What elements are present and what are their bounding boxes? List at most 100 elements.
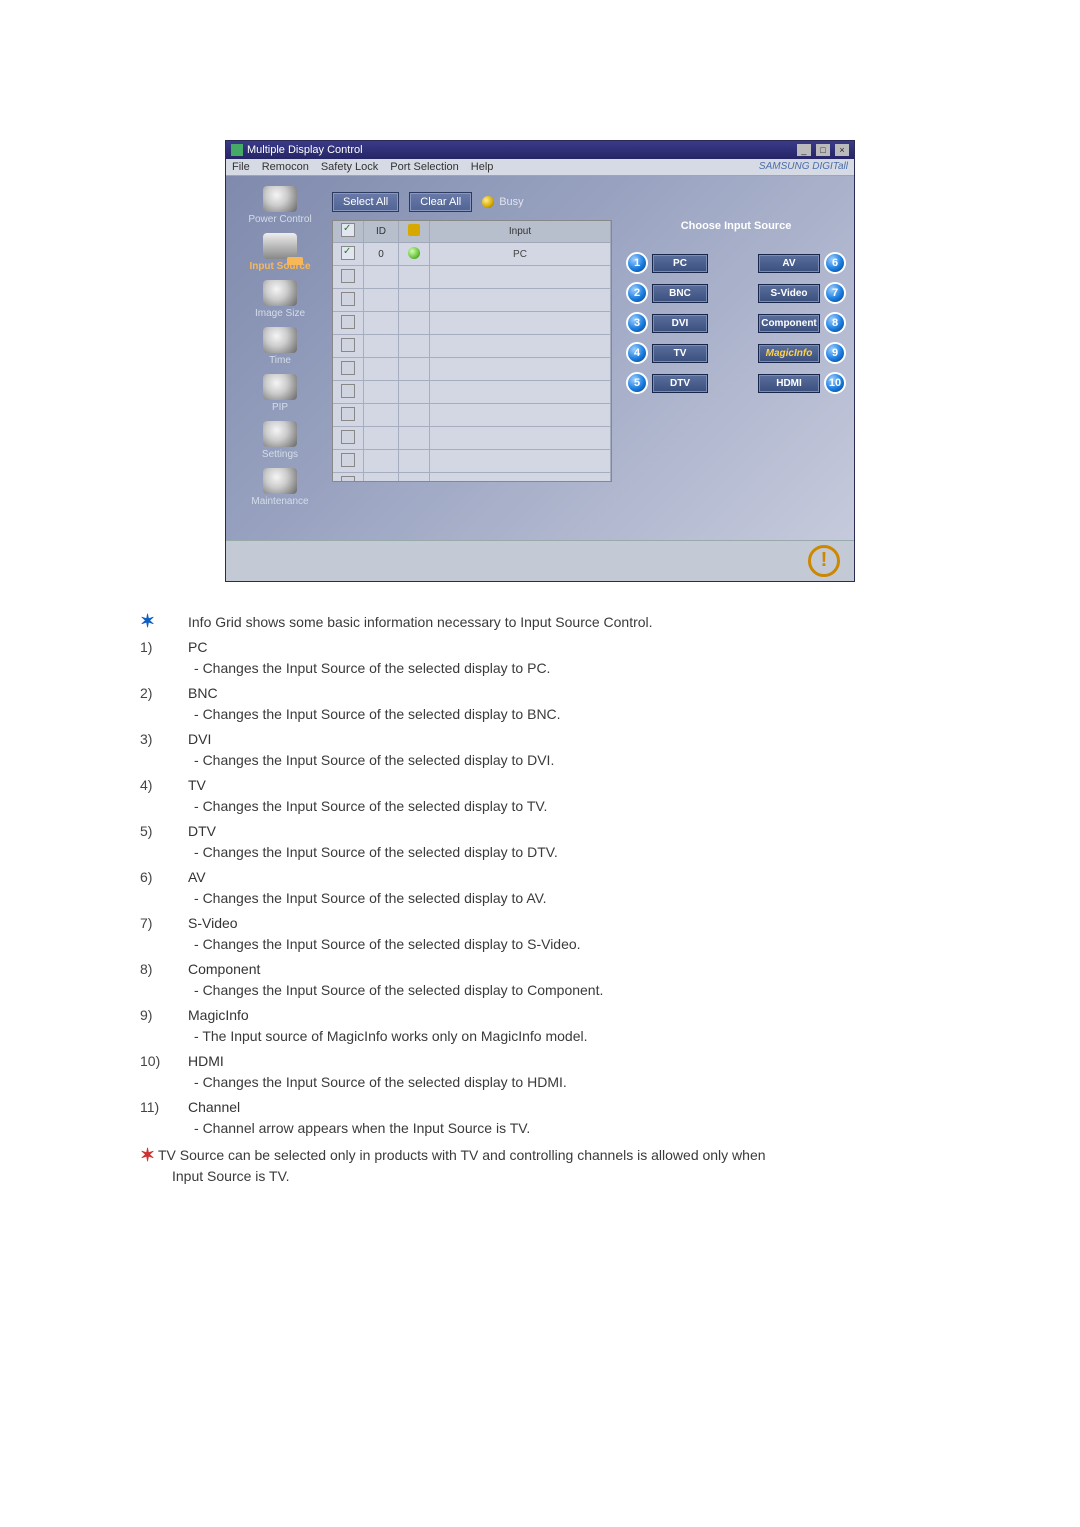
row-checkbox[interactable] xyxy=(341,453,355,467)
select-all-button[interactable]: Select All xyxy=(332,192,399,212)
sidebar: Power Control Input Source Image Size Ti… xyxy=(234,186,326,534)
row-checkbox[interactable] xyxy=(341,407,355,421)
badge-4: 4 xyxy=(626,342,648,364)
sidebar-item-time[interactable]: Time xyxy=(234,327,326,366)
row-checkbox[interactable] xyxy=(341,430,355,444)
note-line2: Input Source is TV. xyxy=(158,1166,940,1187)
sidebar-item-settings[interactable]: Settings xyxy=(234,421,326,460)
doc-item: 5)DTVChanges the Input Source of the sel… xyxy=(140,821,940,863)
item-name: DTV xyxy=(188,823,216,839)
table-row[interactable] xyxy=(333,473,611,483)
table-row[interactable] xyxy=(333,335,611,358)
table-row[interactable] xyxy=(333,404,611,427)
table-row[interactable]: 0 PC xyxy=(333,243,611,266)
table-row[interactable] xyxy=(333,427,611,450)
badge-10: 10 xyxy=(824,372,846,394)
sidebar-item-maintenance[interactable]: Maintenance xyxy=(234,468,326,507)
mdc-window: Multiple Display Control _ □ × File Remo… xyxy=(225,140,855,582)
menu-safety-lock[interactable]: Safety Lock xyxy=(321,161,378,173)
image-size-icon xyxy=(263,280,297,306)
row-checkbox[interactable] xyxy=(341,361,355,375)
grid-col-id[interactable]: ID xyxy=(364,221,399,243)
settings-icon xyxy=(263,421,297,447)
item-number: 9) xyxy=(140,1005,188,1026)
row-id: 0 xyxy=(364,243,399,266)
item-number: 6) xyxy=(140,867,188,888)
minimize-icon[interactable]: _ xyxy=(797,144,811,156)
item-desc: Changes the Input Source of the selected… xyxy=(188,934,940,955)
item-name: BNC xyxy=(188,685,218,701)
item-desc: Changes the Input Source of the selected… xyxy=(188,750,940,771)
sidebar-item-label: Settings xyxy=(234,449,326,460)
item-desc: Changes the Input Source of the selected… xyxy=(188,796,940,817)
sidebar-item-label: Input Source xyxy=(234,261,326,272)
doc-item: 3)DVIChanges the Input Source of the sel… xyxy=(140,729,940,771)
item-desc: The Input source of MagicInfo works only… xyxy=(188,1026,940,1047)
source-pc-button[interactable]: PC xyxy=(652,254,708,273)
source-tv-button[interactable]: TV xyxy=(652,344,708,363)
row-checkbox[interactable] xyxy=(341,338,355,352)
doc-item: 6)AVChanges the Input Source of the sele… xyxy=(140,867,940,909)
doc-item: 9)MagicInfoThe Input source of MagicInfo… xyxy=(140,1005,940,1047)
grid-col-check[interactable] xyxy=(333,221,364,243)
badge-8: 8 xyxy=(824,312,846,334)
doc-body: ✶ Info Grid shows some basic information… xyxy=(140,612,940,1187)
source-bnc-button[interactable]: BNC xyxy=(652,284,708,303)
item-desc: Channel arrow appears when the Input Sou… xyxy=(188,1118,940,1139)
sidebar-item-input-source[interactable]: Input Source xyxy=(234,233,326,272)
table-row[interactable] xyxy=(333,358,611,381)
menu-remocon[interactable]: Remocon xyxy=(262,161,309,173)
busy-indicator: Busy xyxy=(482,196,523,208)
item-desc: Changes the Input Source of the selected… xyxy=(188,842,940,863)
source-av-button[interactable]: AV xyxy=(758,254,820,273)
row-checkbox[interactable] xyxy=(341,315,355,329)
titlebar: Multiple Display Control _ □ × xyxy=(226,141,854,159)
center-area: Select All Clear All Busy ID Input xyxy=(326,186,618,534)
table-row[interactable] xyxy=(333,266,611,289)
close-icon[interactable]: × xyxy=(835,144,849,156)
menu-file[interactable]: File xyxy=(232,161,250,173)
row-checkbox[interactable] xyxy=(341,269,355,283)
star-icon: ✶ xyxy=(140,1145,158,1167)
row-checkbox[interactable] xyxy=(341,246,355,260)
item-number: 8) xyxy=(140,959,188,980)
table-row[interactable] xyxy=(333,289,611,312)
sidebar-item-pip[interactable]: PIP xyxy=(234,374,326,413)
item-number: 7) xyxy=(140,913,188,934)
menu-port-selection[interactable]: Port Selection xyxy=(390,161,458,173)
row-checkbox[interactable] xyxy=(341,384,355,398)
star-icon: ✶ xyxy=(140,612,188,630)
table-row[interactable] xyxy=(333,312,611,335)
source-svideo-button[interactable]: S-Video xyxy=(758,284,820,303)
busy-icon xyxy=(482,196,494,208)
sidebar-item-image-size[interactable]: Image Size xyxy=(234,280,326,319)
item-number: 3) xyxy=(140,729,188,750)
row-checkbox[interactable] xyxy=(341,476,355,483)
item-number: 1) xyxy=(140,637,188,658)
source-dvi-button[interactable]: DVI xyxy=(652,314,708,333)
right-panel: Choose Input Source 1 PC AV 6 2 BNC xyxy=(618,186,846,534)
item-number: 2) xyxy=(140,683,188,704)
note-text: TV Source can be selected only in produc… xyxy=(158,1145,940,1187)
warning-icon: ! xyxy=(808,545,840,577)
badge-5: 5 xyxy=(626,372,648,394)
info-grid[interactable]: ID Input 0 PC xyxy=(332,220,612,482)
table-row[interactable] xyxy=(333,381,611,404)
row-checkbox[interactable] xyxy=(341,292,355,306)
grid-col-input[interactable]: Input xyxy=(430,221,611,243)
source-component-button[interactable]: Component xyxy=(758,314,820,333)
brand-label: SAMSUNG DIGITall xyxy=(759,161,848,173)
source-hdmi-button[interactable]: HDMI xyxy=(758,374,820,393)
sidebar-item-label: Maintenance xyxy=(234,496,326,507)
doc-item: 8)ComponentChanges the Input Source of t… xyxy=(140,959,940,1001)
source-dtv-button[interactable]: DTV xyxy=(652,374,708,393)
source-magicinfo-button[interactable]: MagicInfo xyxy=(758,344,820,363)
table-row[interactable] xyxy=(333,450,611,473)
clear-all-button[interactable]: Clear All xyxy=(409,192,472,212)
maximize-icon[interactable]: □ xyxy=(816,144,830,156)
grid-col-status[interactable] xyxy=(399,221,430,243)
menu-help[interactable]: Help xyxy=(471,161,494,173)
note-line1: TV Source can be selected only in produc… xyxy=(158,1147,766,1163)
badge-9: 9 xyxy=(824,342,846,364)
sidebar-item-power-control[interactable]: Power Control xyxy=(234,186,326,225)
